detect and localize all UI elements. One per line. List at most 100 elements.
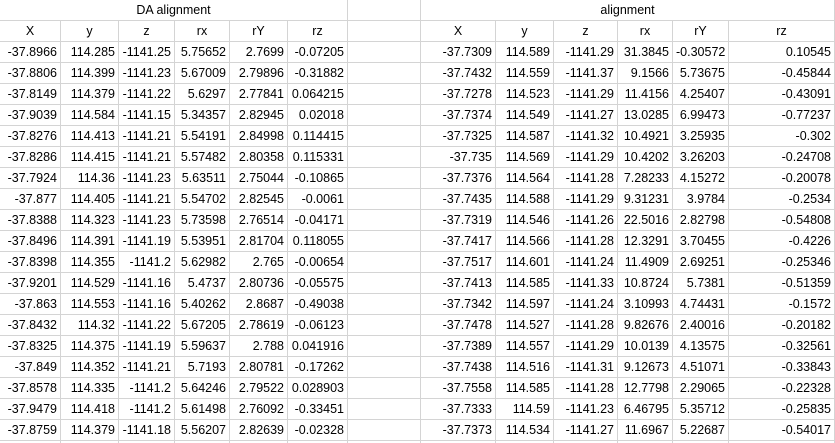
group-title-da-alignment[interactable]: DA alignment — [0, 0, 348, 21]
table-cell[interactable]: -37.7517 — [421, 252, 496, 273]
table-cell[interactable]: 22.5016 — [618, 210, 673, 231]
table-cell[interactable]: 5.7381 — [673, 273, 729, 294]
table-cell[interactable]: 114.534 — [496, 420, 554, 441]
table-cell[interactable]: -1141.23 — [119, 210, 175, 231]
table-cell[interactable]: 114.589 — [496, 42, 554, 63]
table-cell[interactable]: 0.041916 — [288, 336, 348, 357]
table-cell[interactable]: 2.78619 — [230, 315, 288, 336]
table-cell[interactable]: -1141.21 — [119, 147, 175, 168]
table-cell[interactable]: 114.375 — [61, 336, 119, 357]
table-cell[interactable]: 114.601 — [496, 252, 554, 273]
table-cell[interactable]: -0.33451 — [288, 399, 348, 420]
table-cell[interactable]: 5.61498 — [175, 399, 230, 420]
table-cell[interactable]: 5.63511 — [175, 168, 230, 189]
table-cell[interactable]: -37.9039 — [0, 105, 61, 126]
table-cell[interactable]: 114.285 — [61, 42, 119, 63]
table-cell[interactable]: -37.8496 — [0, 231, 61, 252]
table-cell[interactable]: 114.36 — [61, 168, 119, 189]
table-cell[interactable]: 5.7193 — [175, 357, 230, 378]
empty-cell[interactable] — [348, 147, 421, 168]
table-cell[interactable]: 5.75652 — [175, 42, 230, 63]
table-cell[interactable]: 5.35712 — [673, 399, 729, 420]
table-cell[interactable]: -0.33843 — [729, 357, 835, 378]
empty-cell[interactable] — [348, 252, 421, 273]
table-cell[interactable]: -37.7558 — [421, 378, 496, 399]
table-cell[interactable]: 2.29065 — [673, 378, 729, 399]
empty-cell[interactable] — [348, 126, 421, 147]
empty-cell[interactable] — [348, 21, 421, 42]
table-cell[interactable]: -0.4226 — [729, 231, 835, 252]
table-cell[interactable]: 2.77841 — [230, 84, 288, 105]
table-cell[interactable]: -1141.19 — [119, 336, 175, 357]
table-cell[interactable]: 11.6967 — [618, 420, 673, 441]
table-cell[interactable]: -37.863 — [0, 294, 61, 315]
table-cell[interactable]: 3.10993 — [618, 294, 673, 315]
empty-cell[interactable] — [348, 336, 421, 357]
table-cell[interactable]: 2.81704 — [230, 231, 288, 252]
table-cell[interactable]: -37.735 — [421, 147, 496, 168]
empty-cell[interactable] — [348, 210, 421, 231]
table-cell[interactable]: -37.7438 — [421, 357, 496, 378]
table-cell[interactable]: -0.54017 — [729, 420, 835, 441]
table-cell[interactable]: -1141.37 — [554, 63, 618, 84]
empty-cell[interactable] — [348, 63, 421, 84]
table-cell[interactable]: -0.1572 — [729, 294, 835, 315]
column-header[interactable]: X — [0, 21, 61, 42]
table-cell[interactable]: 0.10545 — [729, 42, 835, 63]
table-cell[interactable]: 2.76514 — [230, 210, 288, 231]
table-cell[interactable]: 5.56207 — [175, 420, 230, 441]
table-cell[interactable]: -37.7319 — [421, 210, 496, 231]
table-cell[interactable]: 13.0285 — [618, 105, 673, 126]
table-cell[interactable]: 114.413 — [61, 126, 119, 147]
table-cell[interactable]: -1141.29 — [554, 336, 618, 357]
table-cell[interactable]: 114.399 — [61, 63, 119, 84]
table-cell[interactable]: 114.415 — [61, 147, 119, 168]
table-cell[interactable]: -1141.23 — [119, 168, 175, 189]
empty-cell[interactable] — [348, 231, 421, 252]
table-cell[interactable]: -1141.22 — [119, 315, 175, 336]
table-cell[interactable]: -0.24708 — [729, 147, 835, 168]
table-cell[interactable]: -1141.2 — [119, 252, 175, 273]
table-cell[interactable]: -1141.16 — [119, 273, 175, 294]
table-cell[interactable]: -1141.21 — [119, 357, 175, 378]
table-cell[interactable]: -1141.28 — [554, 231, 618, 252]
table-cell[interactable]: 5.34357 — [175, 105, 230, 126]
table-cell[interactable]: -1141.24 — [554, 294, 618, 315]
column-header[interactable]: rY — [673, 21, 729, 42]
table-cell[interactable]: 10.0139 — [618, 336, 673, 357]
table-cell[interactable]: 5.73675 — [673, 63, 729, 84]
table-cell[interactable]: 2.82545 — [230, 189, 288, 210]
table-cell[interactable]: -1141.21 — [119, 126, 175, 147]
table-cell[interactable]: -1141.24 — [554, 252, 618, 273]
column-header[interactable]: z — [554, 21, 618, 42]
table-cell[interactable]: -0.07205 — [288, 42, 348, 63]
table-cell[interactable]: 114.59 — [496, 399, 554, 420]
table-cell[interactable]: -37.7413 — [421, 273, 496, 294]
table-cell[interactable]: 5.53951 — [175, 231, 230, 252]
empty-cell[interactable] — [348, 168, 421, 189]
table-cell[interactable]: -1141.29 — [554, 84, 618, 105]
table-cell[interactable]: 114.569 — [496, 147, 554, 168]
table-cell[interactable]: 4.51071 — [673, 357, 729, 378]
table-cell[interactable]: 2.84998 — [230, 126, 288, 147]
table-cell[interactable]: -0.06123 — [288, 315, 348, 336]
table-cell[interactable]: -0.31882 — [288, 63, 348, 84]
table-cell[interactable]: -37.7333 — [421, 399, 496, 420]
table-cell[interactable]: 2.82798 — [673, 210, 729, 231]
table-cell[interactable]: 0.118055 — [288, 231, 348, 252]
table-cell[interactable]: -37.8325 — [0, 336, 61, 357]
table-cell[interactable]: -37.8578 — [0, 378, 61, 399]
table-cell[interactable]: -37.7389 — [421, 336, 496, 357]
table-cell[interactable]: 5.64246 — [175, 378, 230, 399]
column-header[interactable]: rx — [618, 21, 673, 42]
table-cell[interactable]: 114.352 — [61, 357, 119, 378]
table-cell[interactable]: 2.765 — [230, 252, 288, 273]
table-cell[interactable]: 9.82676 — [618, 315, 673, 336]
table-cell[interactable]: 5.40262 — [175, 294, 230, 315]
table-cell[interactable]: -0.51359 — [729, 273, 835, 294]
table-cell[interactable]: -0.00654 — [288, 252, 348, 273]
table-cell[interactable]: -1141.16 — [119, 294, 175, 315]
table-cell[interactable]: -37.8286 — [0, 147, 61, 168]
table-cell[interactable]: 10.4921 — [618, 126, 673, 147]
table-cell[interactable]: -0.43091 — [729, 84, 835, 105]
